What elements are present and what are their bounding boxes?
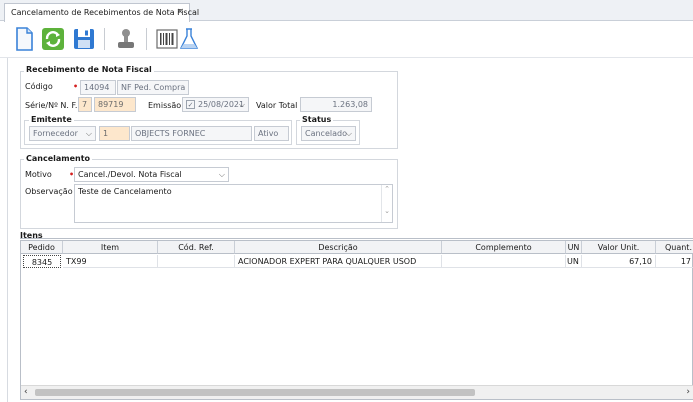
observacao-textarea[interactable]: Teste de Cancelamento ⌃ ⌄ (74, 184, 393, 223)
column-header-un[interactable]: UN (566, 241, 582, 254)
motivo-label: Motivo (25, 170, 52, 179)
tab-cancelamento-recebimentos[interactable]: Cancelamento de Recebimentos de Nota Fis… (4, 3, 199, 22)
cancel-legend: Cancelamento (24, 154, 93, 163)
scroll-left-icon[interactable]: ‹ (24, 387, 28, 397)
scroll-right-icon[interactable]: › (686, 387, 690, 397)
serie-field[interactable]: 7 (78, 97, 92, 112)
chevron-down-icon[interactable]: ⌵ (239, 100, 245, 110)
cell-item[interactable]: TX99 (63, 255, 158, 268)
stamp-button[interactable] (113, 26, 139, 52)
required-marker: • (73, 82, 79, 91)
emitente-situacao-field[interactable]: Ativo (254, 126, 289, 141)
numero-nf-field[interactable]: 89719 (94, 97, 136, 112)
cell-descricao[interactable]: ACIONADOR EXPERT PARA QUALQUER USOD (235, 255, 442, 268)
emitente-nome-field[interactable]: OBJECTS FORNEC (131, 126, 252, 141)
motivo-value: Cancel./Devol. Nota Fiscal (78, 170, 182, 179)
observacao-scrollbar[interactable]: ⌃ ⌄ (381, 185, 392, 222)
nf-ped-compra-field[interactable]: NF Ped. Compra (117, 80, 189, 95)
emissao-date-value: 25/08/2021 (198, 100, 245, 109)
left-gutter (7, 58, 8, 402)
chevron-down-icon[interactable]: ⌵ (86, 129, 92, 139)
valor-total-field[interactable]: 1.263,08 (300, 97, 372, 112)
observacao-value: Teste de Cancelamento (78, 187, 172, 196)
toolbar-separator (104, 28, 105, 50)
codigo-label: Código (25, 82, 53, 91)
save-icon (74, 29, 94, 49)
serie-label: Série/Nº N. F. (25, 101, 78, 110)
column-header-valor-unit[interactable]: Valor Unit. (582, 241, 656, 254)
new-button[interactable] (11, 26, 37, 52)
chevron-down-icon[interactable]: ⌵ (346, 129, 352, 139)
column-header-quant[interactable]: Quant. (656, 241, 693, 254)
column-header-pedido[interactable]: Pedido (21, 241, 63, 254)
stamp-icon (118, 29, 134, 48)
column-header-cod-ref[interactable]: Cód. Ref. (158, 241, 235, 254)
scrollbar-thumb[interactable] (35, 389, 475, 396)
cell-quant[interactable]: 17 (656, 255, 693, 268)
emissao-date-field[interactable]: ✓ 25/08/2021 ⌵ (182, 97, 249, 112)
save-button[interactable] (71, 26, 97, 52)
new-document-icon (16, 27, 33, 51)
emitente-legend: Emitente (29, 115, 74, 124)
horizontal-scrollbar[interactable]: ‹ › (21, 385, 693, 399)
close-tab-icon[interactable]: × (176, 7, 184, 17)
scroll-up-icon[interactable]: ⌃ (382, 185, 392, 193)
emitente-tipo-select[interactable]: Fornecedor ⌵ (29, 126, 96, 141)
emitente-tipo-value: Fornecedor (33, 129, 78, 138)
document-tab-strip: Cancelamento de Recebimentos de Nota Fis… (0, 0, 693, 22)
cell-complemento[interactable] (442, 255, 566, 268)
flask-icon (179, 28, 199, 49)
items-divider (20, 238, 693, 239)
tab-title: Cancelamento de Recebimentos de Nota Fis… (11, 8, 200, 17)
scroll-down-icon[interactable]: ⌄ (382, 207, 392, 215)
column-header-item[interactable]: Item (63, 241, 158, 254)
emitente-codigo-field[interactable]: 1 (99, 126, 130, 141)
status-value: Cancelado (305, 129, 347, 138)
cell-valor-unit[interactable]: 67,10 (582, 255, 656, 268)
observacao-label: Observação (25, 187, 73, 196)
codigo-field[interactable]: 14094 (80, 80, 116, 95)
refresh-button[interactable] (40, 26, 66, 52)
lab-button[interactable] (176, 26, 202, 52)
chevron-down-icon[interactable]: ⌵ (219, 170, 225, 180)
cell-pedido[interactable]: 8345 (23, 255, 61, 268)
refresh-icon (42, 28, 64, 50)
cell-un[interactable]: UN (566, 255, 582, 268)
items-grid[interactable]: Pedido Item Cód. Ref. Descrição Compleme… (20, 240, 693, 400)
motivo-select[interactable]: Cancel./Devol. Nota Fiscal ⌵ (74, 167, 229, 182)
column-header-descricao[interactable]: Descrição (235, 241, 442, 254)
status-select[interactable]: Cancelado ⌵ (301, 126, 356, 141)
status-legend: Status (300, 115, 334, 124)
toolbar-separator (146, 28, 147, 50)
valor-total-label: Valor Total (256, 101, 298, 110)
emissao-label: Emissão (148, 101, 182, 110)
cell-cod-ref[interactable] (158, 255, 235, 268)
column-header-complemento[interactable]: Complemento (442, 241, 566, 254)
emissao-checkbox[interactable]: ✓ (186, 100, 195, 109)
receipt-legend: Recebimento de Nota Fiscal (24, 65, 154, 74)
toolbar (0, 22, 693, 58)
